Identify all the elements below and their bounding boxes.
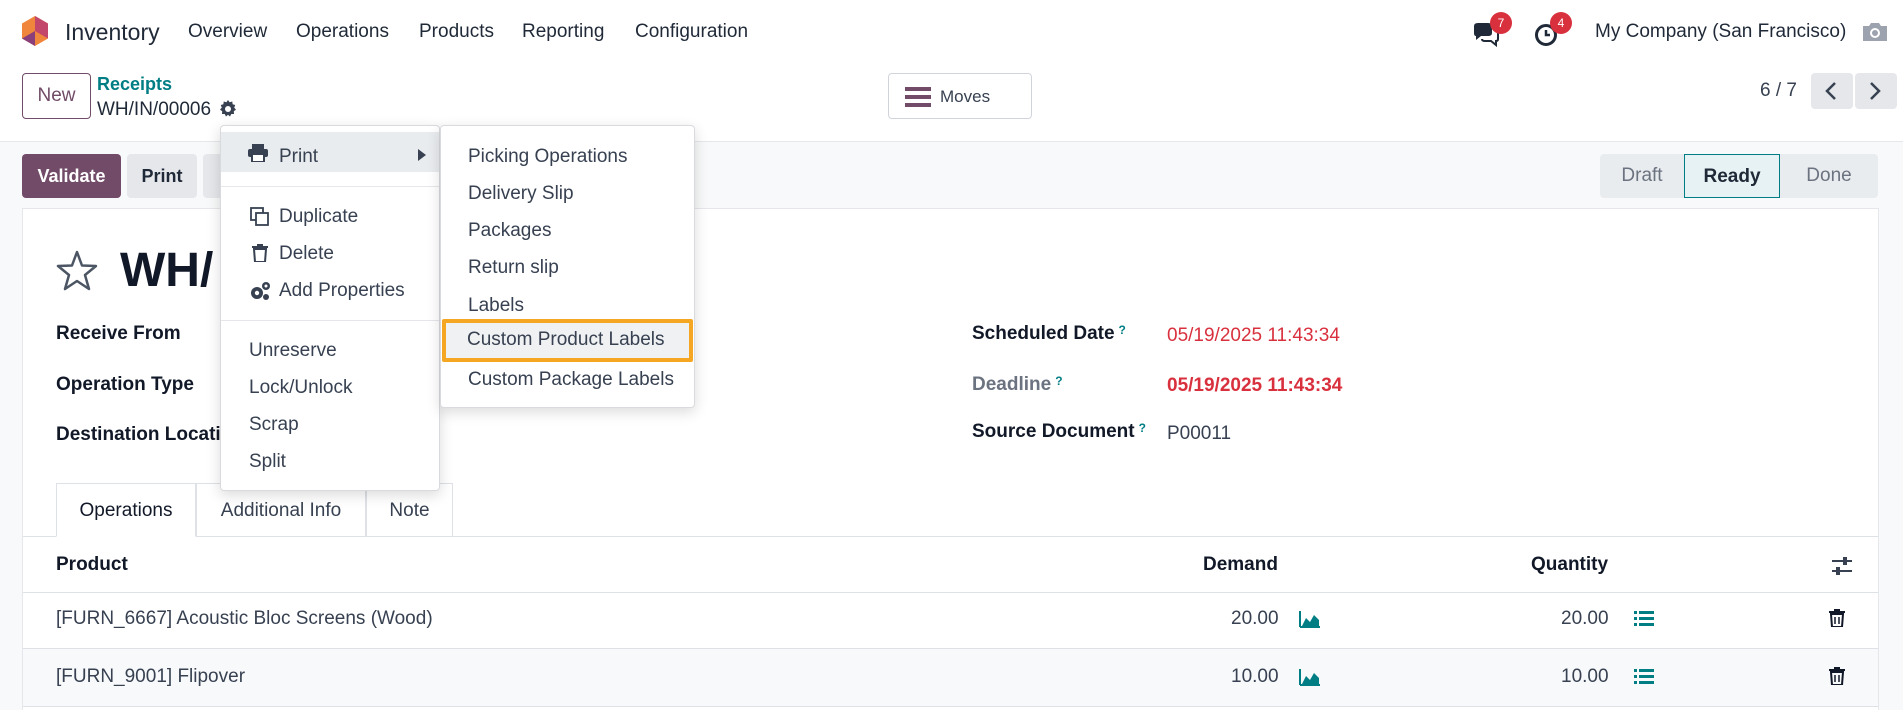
moves-label: Moves <box>940 87 991 106</box>
menu-configuration[interactable]: Configuration <box>635 21 748 43</box>
tab-additional-info[interactable]: Additional Info <box>196 483 366 537</box>
packages-menu-item[interactable]: Packages <box>468 220 551 242</box>
scheduled-date-field[interactable]: 05/19/2025 11:43:34 <box>1167 325 1340 347</box>
menu-divider <box>221 186 439 187</box>
menu-divider <box>221 320 439 321</box>
messages-badge: 7 <box>1490 12 1512 34</box>
tab-note[interactable]: Note <box>366 483 453 537</box>
gear-icon[interactable] <box>219 100 237 118</box>
return-slip-menu-item[interactable]: Return slip <box>468 257 559 279</box>
menu-operations[interactable]: Operations <box>296 21 389 43</box>
column-header-product[interactable]: Product <box>56 554 128 576</box>
breadcrumb-current: WH/IN/00006 <box>97 99 212 120</box>
new-button[interactable]: New <box>22 73 91 119</box>
app-name[interactable]: Inventory <box>65 19 160 46</box>
breadcrumb-receipts[interactable]: Receipts <box>97 74 172 95</box>
status-ready[interactable]: Ready <box>1684 154 1780 198</box>
product-cell[interactable]: [FURN_9001] Flipover <box>56 666 245 688</box>
operation-type-label: Operation Type <box>56 374 194 395</box>
scheduled-date-label: Scheduled Date? <box>972 323 1126 344</box>
gear-actions-menu: Print Duplicate Delete Add Properties Un… <box>220 125 440 491</box>
custom-product-labels-label: Custom Product Labels <box>467 329 665 350</box>
detailed-operations-icon[interactable] <box>1634 668 1654 686</box>
add-properties-menu-item[interactable]: Add Properties <box>279 280 405 302</box>
chevron-right-icon <box>1870 82 1881 100</box>
validate-button[interactable]: Validate <box>22 154 121 198</box>
source-document-field[interactable]: P00011 <box>1167 423 1231 445</box>
forecast-chart-icon[interactable] <box>1299 610 1321 628</box>
duplicate-menu-item[interactable]: Duplicate <box>279 206 358 228</box>
detailed-operations-icon[interactable] <box>1634 610 1654 628</box>
activities-button[interactable]: 4 <box>1534 12 1572 46</box>
caret-right-icon <box>418 149 426 161</box>
tab-operations[interactable]: Operations <box>56 483 196 537</box>
camera-icon[interactable] <box>1860 19 1890 45</box>
copy-icon <box>250 207 269 226</box>
quantity-cell[interactable]: 10.00 <box>1561 666 1609 688</box>
menu-products[interactable]: Products <box>419 21 494 43</box>
receive-from-label: Receive From <box>56 323 181 344</box>
trash-icon[interactable] <box>1829 667 1845 685</box>
star-icon[interactable] <box>56 250 98 292</box>
custom-product-labels-menu-item[interactable]: Custom Product Labels <box>442 319 693 362</box>
record-title: WH/ <box>120 244 214 297</box>
help-tooltip-icon[interactable]: ? <box>1055 374 1062 388</box>
activities-badge: 4 <box>1550 12 1572 34</box>
destination-location-label: Destination Locatio <box>56 424 233 445</box>
printer-icon <box>248 144 268 162</box>
deadline-field[interactable]: 05/19/2025 11:43:34 <box>1167 375 1342 397</box>
menu-reporting[interactable]: Reporting <box>522 21 604 43</box>
chevron-left-icon <box>1825 82 1836 100</box>
cogs-icon <box>251 282 270 300</box>
menu-overview[interactable]: Overview <box>188 21 267 43</box>
help-tooltip-icon[interactable]: ? <box>1119 323 1126 337</box>
delivery-slip-menu-item[interactable]: Delivery Slip <box>468 183 574 205</box>
help-tooltip-icon[interactable]: ? <box>1139 421 1146 435</box>
forecast-chart-icon[interactable] <box>1299 668 1321 686</box>
labels-menu-item[interactable]: Labels <box>468 295 524 317</box>
company-switcher[interactable]: My Company (San Francisco) <box>1595 21 1846 43</box>
pager-previous-button[interactable] <box>1811 73 1853 109</box>
moves-smart-button[interactable]: Moves <box>888 73 1032 119</box>
app-logo-icon[interactable] <box>22 16 48 46</box>
pager-value[interactable]: 6 / 7 <box>1760 80 1797 102</box>
column-header-demand[interactable]: Demand <box>1203 554 1278 576</box>
print-button[interactable]: Print <box>127 154 197 198</box>
top-navbar: Inventory Overview Operations Products R… <box>0 0 1903 62</box>
delete-menu-item[interactable]: Delete <box>279 243 334 265</box>
picking-operations-menu-item[interactable]: Picking Operations <box>468 146 627 168</box>
lock-unlock-menu-item[interactable]: Lock/Unlock <box>249 377 353 399</box>
unreserve-menu-item[interactable]: Unreserve <box>249 340 337 362</box>
trash-icon <box>252 244 268 262</box>
quantity-cell[interactable]: 20.00 <box>1561 608 1609 630</box>
list-icon <box>905 87 931 107</box>
product-cell[interactable]: [FURN_6667] Acoustic Bloc Screens (Wood) <box>56 608 433 630</box>
status-draft[interactable]: Draft <box>1600 154 1684 198</box>
source-document-label: Source Document? <box>972 421 1146 442</box>
demand-cell[interactable]: 20.00 <box>1231 608 1279 630</box>
scrap-menu-item[interactable]: Scrap <box>249 414 299 436</box>
pager-next-button[interactable] <box>1855 73 1897 109</box>
row-divider <box>23 706 1878 707</box>
demand-cell[interactable]: 10.00 <box>1231 666 1279 688</box>
split-menu-item[interactable]: Split <box>249 451 286 473</box>
column-header-quantity[interactable]: Quantity <box>1531 554 1608 576</box>
print-menu-item[interactable]: Print <box>279 146 318 168</box>
custom-package-labels-menu-item[interactable]: Custom Package Labels <box>468 369 674 391</box>
trash-icon[interactable] <box>1829 609 1845 627</box>
table-header-divider <box>23 592 1878 593</box>
deadline-label: Deadline? <box>972 374 1063 395</box>
messages-button[interactable]: 7 <box>1472 12 1512 48</box>
print-submenu: Picking Operations Delivery Slip Package… <box>440 125 695 408</box>
status-done[interactable]: Done <box>1780 154 1878 198</box>
optional-columns-icon[interactable] <box>1831 556 1853 576</box>
